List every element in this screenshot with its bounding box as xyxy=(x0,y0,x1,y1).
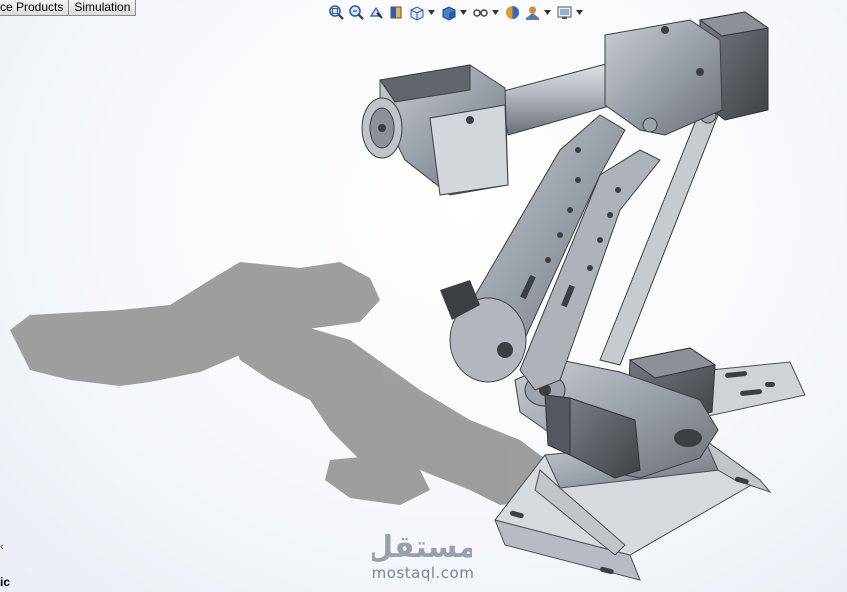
robot-arm-model[interactable] xyxy=(0,0,847,592)
hide-show-items-dropdown[interactable] xyxy=(492,4,499,21)
svg-text:مستقل: مستقل xyxy=(372,530,472,565)
edit-appearance-icon[interactable] xyxy=(504,4,521,21)
wrist-servo-horn xyxy=(361,97,403,159)
view-settings-icon[interactable] xyxy=(556,4,573,21)
hide-show-items-icon[interactable] xyxy=(472,4,489,21)
elbow-bracket xyxy=(604,19,723,136)
collapse-arrow-icon[interactable]: ‹ xyxy=(0,541,4,553)
graphics-area[interactable]: ce Products Simulation ‹ ic مستقل mostaq… xyxy=(0,0,847,592)
truncated-label: ic xyxy=(0,575,11,589)
zoom-to-fit-icon[interactable] xyxy=(328,4,345,21)
section-view-icon[interactable] xyxy=(388,4,405,21)
view-orientation-dropdown[interactable] xyxy=(428,4,435,21)
display-style-icon[interactable] xyxy=(440,4,457,21)
apply-scene-dropdown[interactable] xyxy=(544,4,551,21)
view-orientation-icon[interactable] xyxy=(408,4,425,21)
watermark: مستقل mostaql.com xyxy=(368,527,478,583)
watermark-logo: مستقل xyxy=(372,530,472,565)
zoom-to-area-icon[interactable] xyxy=(348,4,365,21)
view-settings-dropdown[interactable] xyxy=(576,4,583,21)
display-style-dropdown[interactable] xyxy=(460,4,467,21)
tab-simulation[interactable]: Simulation xyxy=(69,0,137,16)
apply-scene-icon[interactable] xyxy=(524,4,541,21)
command-manager-tabs: ce Products Simulation xyxy=(0,0,137,17)
tab-products[interactable]: ce Products xyxy=(0,0,70,16)
parallel-rod xyxy=(599,106,719,366)
watermark-domain: mostaql.com xyxy=(371,564,475,582)
previous-view-icon[interactable] xyxy=(368,4,385,21)
heads-up-view-toolbar xyxy=(328,2,585,22)
